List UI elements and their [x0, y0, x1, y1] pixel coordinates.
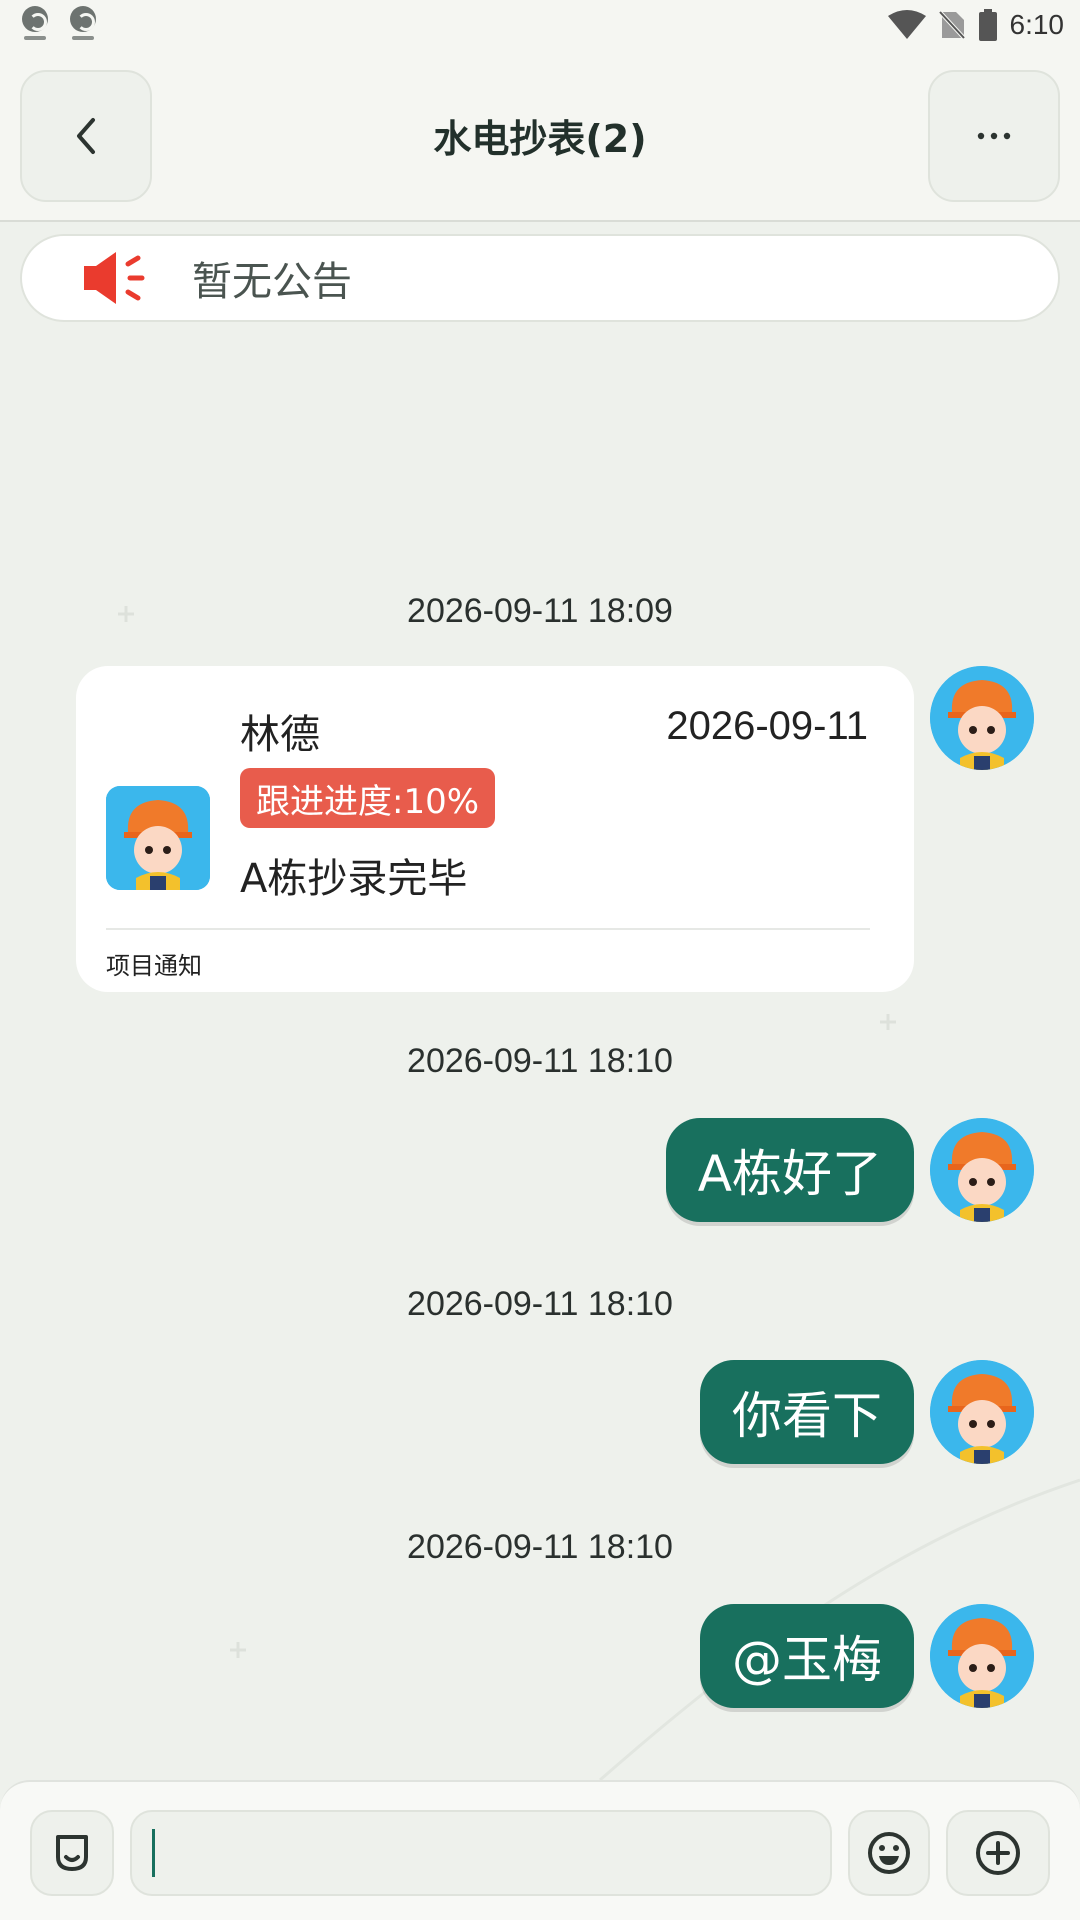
text-cursor	[152, 1829, 155, 1877]
message-timestamp: 2026-09-11 18:10	[407, 1285, 673, 1323]
battery-icon	[978, 9, 997, 41]
more-button[interactable]	[928, 70, 1060, 202]
no-sim-icon	[938, 10, 965, 40]
plus-circle-icon	[976, 1831, 1020, 1875]
message-bubble[interactable]: @玉梅	[700, 1604, 914, 1708]
page-title: 水电抄表(2)	[433, 117, 647, 161]
emoji-icon	[868, 1832, 910, 1874]
announcement-bar[interactable]: 暂无公告	[20, 234, 1060, 322]
avatar[interactable]	[930, 1360, 1034, 1464]
ellipsis-icon	[977, 132, 1011, 140]
announcement-text: 暂无公告	[192, 259, 352, 305]
voice-toggle-icon	[56, 1835, 88, 1871]
project-notification-card[interactable]: 林德 2026-09-11 跟进进度:10% A栋抄录完毕 项目通知	[76, 666, 914, 992]
emoji-button[interactable]	[848, 1810, 930, 1896]
avatar[interactable]	[930, 1118, 1034, 1222]
app-notification-icon	[20, 6, 50, 44]
voice-toggle-button[interactable]	[30, 1810, 114, 1896]
chevron-left-icon	[77, 118, 95, 154]
message-bubble[interactable]: 你看下	[700, 1360, 914, 1464]
message-timestamp: 2026-09-11 18:09	[407, 592, 673, 630]
avatar[interactable]	[930, 1604, 1034, 1708]
back-button[interactable]	[20, 70, 152, 202]
card-content: A栋抄录完毕	[240, 856, 468, 902]
megaphone-icon	[84, 252, 145, 304]
input-bar	[0, 1780, 1080, 1920]
card-footer-label: 项目通知	[106, 952, 202, 980]
message-input[interactable]	[130, 1810, 832, 1896]
avatar[interactable]	[930, 666, 1034, 770]
message-bubble[interactable]: A栋好了	[665, 1118, 914, 1222]
card-date: 2026-09-11	[666, 704, 868, 748]
clock: 6:10	[1009, 9, 1065, 40]
more-actions-button[interactable]	[946, 1810, 1050, 1896]
sender-name: 林德	[240, 712, 320, 758]
chat-header: 水电抄表(2)	[0, 50, 1080, 222]
avatar	[106, 786, 210, 890]
message-timestamp: 2026-09-11 18:10	[407, 1042, 673, 1080]
divider	[106, 928, 870, 930]
status-bar: 6:10	[0, 0, 1080, 50]
message-timestamp: 2026-09-11 18:10	[407, 1528, 673, 1566]
progress-badge: 跟进进度:10%	[240, 768, 496, 828]
wifi-icon	[887, 10, 926, 39]
app-notification-icon	[68, 6, 98, 44]
